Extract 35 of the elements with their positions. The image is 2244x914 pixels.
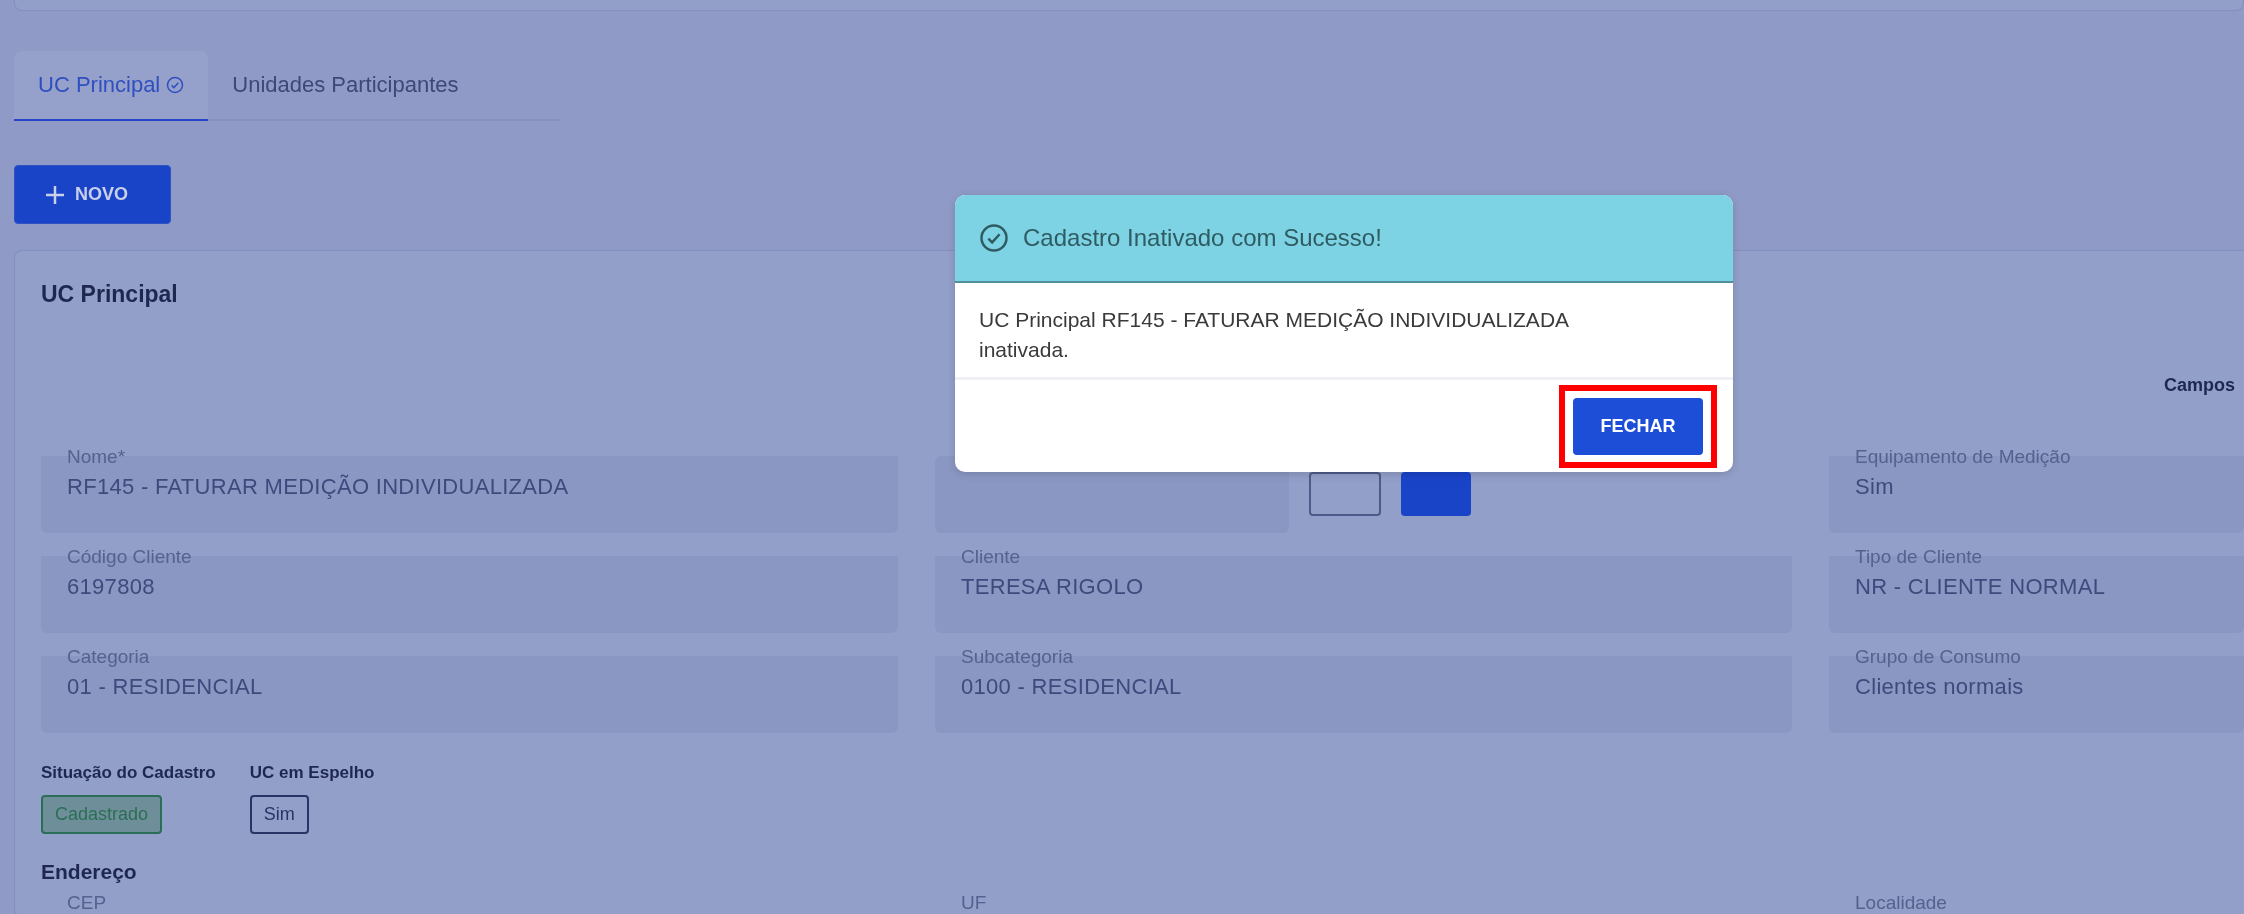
status-label: UC em Espelho [249, 763, 375, 783]
field-label: Subcategoria [961, 646, 1073, 668]
status-badge: Sim [249, 795, 309, 834]
field-label: Código Cliente [67, 546, 192, 568]
check-circle-icon [979, 223, 1009, 253]
status-badge: Cadastrado [41, 795, 163, 834]
field-value: RF145 - FATURAR MEDIÇÃO INDIVIDUALIZADA [67, 474, 569, 500]
section-title: Endereço [41, 860, 137, 884]
field-value: Clientes normais [1855, 674, 2024, 700]
field-label: Tipo de Cliente [1855, 546, 1983, 568]
field-value: Sim [1855, 474, 1894, 500]
field-label: Cliente [961, 546, 1021, 568]
field-label: CEP [66, 892, 107, 914]
new-button[interactable]: NOVO [14, 165, 171, 224]
field-value: 01 - RESIDENCIAL [67, 674, 263, 700]
field-label: Equipamento de Medição [1855, 446, 2071, 468]
status-label: Situação do Cadastro [41, 763, 216, 783]
field-label: Localidade [1854, 892, 1947, 914]
close-button[interactable]: FECHAR [1573, 397, 1703, 455]
tab[interactable]: UC Principal [14, 51, 209, 121]
required-note: Campos [2164, 375, 2235, 397]
dialog-message: UC Principal RF145 - FATURAR MEDIÇÃO INDIVIDUALIZADA inativada. [955, 283, 1733, 380]
field-value: 0100 - RESIDENCIAL [961, 674, 1182, 700]
card-title: UC Principal [41, 281, 178, 307]
tab[interactable]: Unidades Participantes [208, 51, 483, 121]
field-value: TERESA RIGOLO [961, 574, 1144, 600]
field-label: Grupo de Consumo [1855, 646, 2021, 668]
field-label: UF [960, 892, 987, 914]
field-label: Nome* [67, 446, 126, 468]
dialog-title: Cadastro Inativado com Sucesso! [1023, 224, 1382, 252]
field-label: Categoria [67, 646, 150, 668]
secondary-button[interactable] [1309, 472, 1381, 516]
field-value: 6197808 [67, 574, 155, 600]
field-value: NR - CLIENTE NORMAL [1855, 574, 2106, 600]
plus-icon [45, 184, 65, 205]
